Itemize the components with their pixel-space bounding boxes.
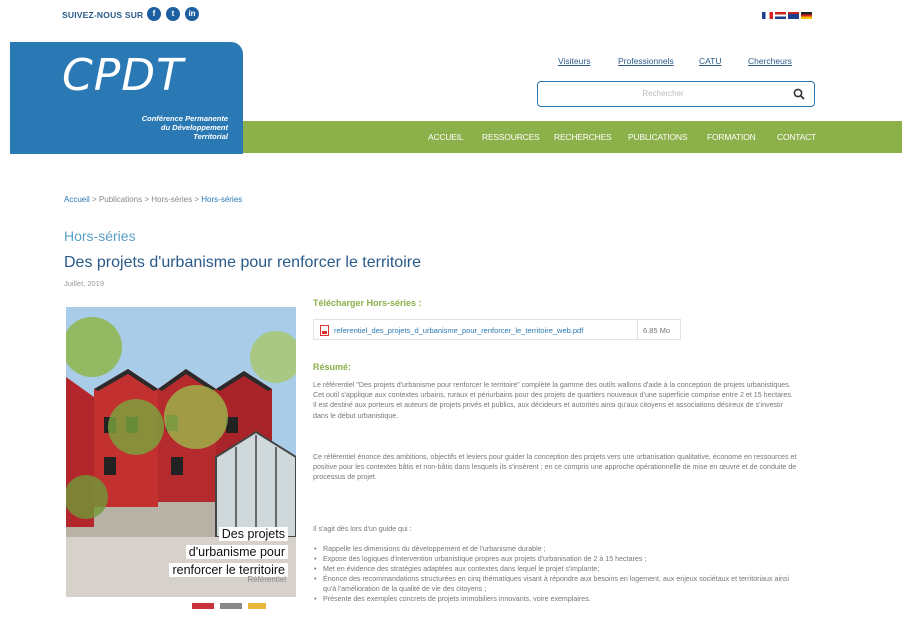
cover-title: Des projets d'urbanisme pour renforcer l…	[169, 525, 288, 579]
resume-paragraph-3: Il s'agit dès lors d'un guide qui :	[313, 525, 412, 533]
nav-publications[interactable]: PUBLICATIONS	[628, 132, 688, 142]
file-size: 6.85 Mo	[643, 326, 671, 335]
download-row: referentiel_des_projets_d_urbanisme_pour…	[313, 319, 681, 340]
divider	[637, 320, 638, 339]
breadcrumb-separator: >	[144, 195, 149, 204]
logo-subtitle-line: Conférence Permanente	[141, 114, 228, 123]
logo-text: CPDT	[62, 50, 185, 101]
nav-accueil[interactable]: ACCUEIL	[428, 132, 464, 142]
cpdt-logo[interactable]: CPDT Conférence Permanente du Développem…	[10, 42, 243, 154]
top-bar: SUIVEZ-NOUS SUR f t in	[0, 0, 902, 36]
list-item: Met en évidence des stratégies adaptées …	[313, 565, 797, 575]
nav-formation[interactable]: FORMATION	[707, 132, 756, 142]
link-professionnels[interactable]: Professionnels	[618, 56, 674, 66]
pdf-icon	[320, 325, 329, 336]
flag-nl-icon[interactable]	[775, 12, 786, 19]
list-item: Présente des exemples concrets de projet…	[313, 595, 797, 605]
resume-heading: Résumé:	[313, 362, 352, 372]
logo-subtitle-line: du Développement	[160, 123, 228, 132]
link-visiteurs[interactable]: Visiteurs	[558, 56, 590, 66]
cover-logo-yellow	[248, 603, 266, 609]
cover-subtitle: Référentiel	[247, 575, 286, 584]
list-item: Rappelle les dimensions du développement…	[313, 545, 797, 555]
resume-paragraph-2: Ce référentiel énonce des ambitions, obj…	[313, 453, 797, 482]
breadcrumb-accueil[interactable]: Accueil	[64, 195, 90, 204]
page-title: Des projets d'urbanisme pour renforcer l…	[64, 254, 421, 271]
download-heading: Télécharger Hors-séries :	[313, 298, 422, 308]
cover-title-line: Des projets	[218, 527, 288, 541]
resume-bullet-list: Rappelle les dimensions du développement…	[313, 545, 797, 604]
search-placeholder: Rechercher	[642, 89, 684, 98]
twitter-icon[interactable]: t	[166, 7, 180, 21]
main-nav: ACCUEIL RESSOURCES RECHERCHES PUBLICATIO…	[243, 121, 902, 153]
breadcrumb-separator: >	[194, 195, 200, 204]
nav-recherches[interactable]: RECHERCHES	[554, 132, 612, 142]
resume-paragraph-1: Le référentiel "Des projets d'urbanisme …	[313, 381, 793, 420]
flag-en-icon[interactable]	[788, 12, 799, 19]
nav-contact[interactable]: CONTACT	[777, 132, 816, 142]
flag-de-icon[interactable]	[801, 12, 812, 19]
section-title: Hors-séries	[64, 228, 136, 244]
search-icon[interactable]	[792, 87, 806, 101]
flag-fr-icon[interactable]	[762, 12, 773, 19]
cover-logo-cpdt	[220, 603, 242, 609]
follow-us-label: SUIVEZ-NOUS SUR	[62, 10, 144, 20]
link-catu[interactable]: CATU	[699, 56, 722, 66]
logo-subtitle: Conférence Permanente du Développement T…	[98, 114, 228, 141]
list-item: Expose des logiques d'intervention urban…	[313, 555, 797, 565]
breadcrumb-current: Hors-séries	[201, 195, 243, 204]
cover-image[interactable]: Des projets d'urbanisme pour renforcer l…	[66, 307, 296, 624]
nav-ressources[interactable]: RESSOURCES	[482, 132, 540, 142]
list-item: Énonce des recommandations structurées e…	[313, 575, 797, 595]
cover-logo-red	[192, 603, 214, 609]
cover-logos	[192, 603, 272, 611]
breadcrumb-publications[interactable]: Publications	[99, 195, 142, 204]
search-input[interactable]: Rechercher	[537, 81, 815, 107]
download-pdf-link[interactable]: referentiel_des_projets_d_urbanisme_pour…	[334, 326, 583, 335]
logo-subtitle-line: Territorial	[193, 132, 228, 141]
cover-title-line: d'urbanisme pour	[185, 545, 288, 559]
breadcrumb: Accueil > Publications > Hors-séries > H…	[64, 195, 242, 204]
linkedin-icon[interactable]: in	[185, 7, 199, 21]
breadcrumb-hors-series[interactable]: Hors-séries	[151, 195, 192, 204]
facebook-icon[interactable]: f	[147, 7, 161, 21]
link-chercheurs[interactable]: Chercheurs	[748, 56, 792, 66]
breadcrumb-separator: >	[92, 195, 97, 204]
publication-date: Juillet, 2019	[64, 279, 105, 288]
